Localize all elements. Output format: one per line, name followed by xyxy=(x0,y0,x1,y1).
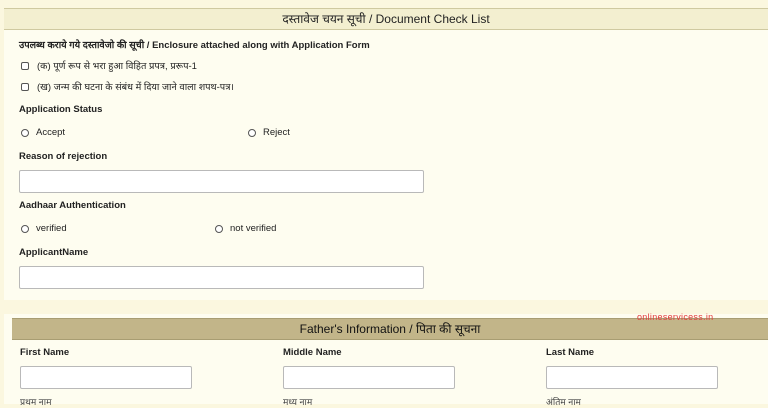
watermark-text: onlineservicess.in xyxy=(637,312,714,322)
enclosure-label: उपलब्ध कराये गये दस्तावेजो की सूची / Enc… xyxy=(19,40,370,51)
last-name-input[interactable] xyxy=(546,366,718,389)
middle-name-label: Middle Name xyxy=(283,347,342,358)
checklist-header: दस्तावेज चयन सूची / Document Check List xyxy=(4,8,768,30)
status-accept-option[interactable]: Accept xyxy=(21,127,65,138)
father-information-panel: Father's Information / पिता की सूचना Fir… xyxy=(4,314,768,407)
rejection-reason-input[interactable] xyxy=(19,170,424,193)
checklist-item-affidavit-label: (ख) जन्म की घटना के संबंध में दिया जाने … xyxy=(37,82,235,93)
radio-not-verified-label: not verified xyxy=(230,223,277,234)
status-reject-option[interactable]: Reject xyxy=(248,127,290,138)
first-name-label: First Name xyxy=(20,347,70,358)
radio-verified[interactable] xyxy=(21,224,29,233)
radio-accept[interactable] xyxy=(21,128,29,137)
radio-reject[interactable] xyxy=(248,128,256,137)
middle-name-hindi-label: मध्य नाम xyxy=(283,397,313,407)
radio-not-verified[interactable] xyxy=(215,224,223,233)
aadhaar-verified-option[interactable]: verified xyxy=(21,223,67,234)
checkbox-form[interactable] xyxy=(21,61,29,70)
application-status-label: Application Status xyxy=(19,104,103,115)
checkbox-affidavit[interactable] xyxy=(21,82,29,91)
aadhaar-label: Aadhaar Authentication xyxy=(19,200,126,211)
radio-accept-label: Accept xyxy=(36,127,66,138)
last-name-label: Last Name xyxy=(546,347,595,358)
first-name-hindi-label: प्रथम नाम xyxy=(20,397,52,407)
checklist-item-form[interactable]: (क) पूर्ण रूप से भरा हुआ विहित प्रपत्र, … xyxy=(21,59,197,72)
last-name-hindi-label: अंतिम नाम xyxy=(546,397,581,407)
rejection-reason-label: Reason of rejection xyxy=(19,151,108,162)
radio-verified-label: verified xyxy=(36,223,67,234)
checklist-item-form-label: (क) पूर्ण रूप से भरा हुआ विहित प्रपत्र, … xyxy=(37,61,197,72)
applicant-name-label: ApplicantName xyxy=(19,247,89,258)
checklist-item-affidavit[interactable]: (ख) जन्म की घटना के संबंध में दिया जाने … xyxy=(21,80,234,93)
first-name-input[interactable] xyxy=(20,366,192,389)
radio-reject-label: Reject xyxy=(263,127,290,138)
applicant-name-input[interactable] xyxy=(19,266,424,289)
document-checklist-panel: दस्तावेज चयन सूची / Document Check List … xyxy=(4,8,768,300)
middle-name-input[interactable] xyxy=(283,366,455,389)
aadhaar-not-verified-option[interactable]: not verified xyxy=(215,223,276,234)
